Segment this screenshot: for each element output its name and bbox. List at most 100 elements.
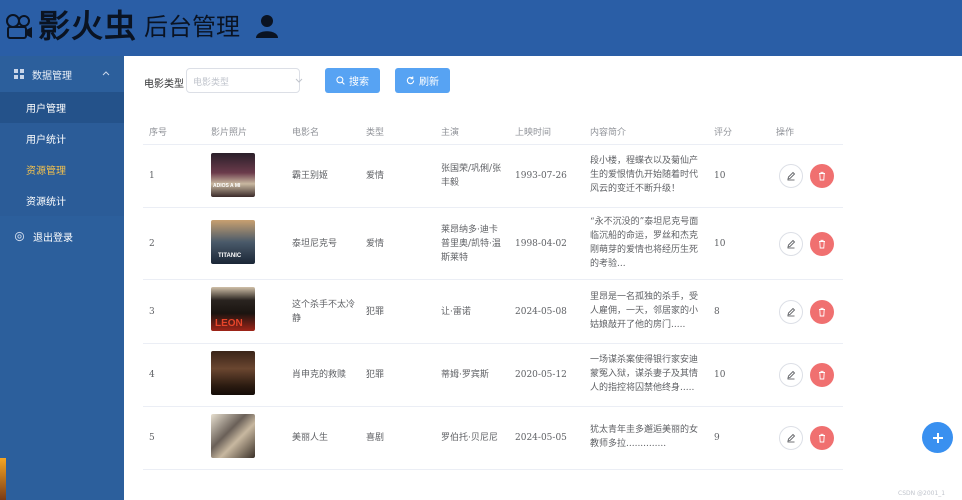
sidebar-item-user-management[interactable]: 用户管理 [0, 92, 124, 123]
sidebar-item-label: 用户统计 [26, 135, 66, 146]
delete-button[interactable] [810, 363, 834, 387]
sidebar-item-label: 用户管理 [26, 104, 66, 115]
top-header: 影火虫 后台管理 [0, 0, 962, 56]
cell-intro: 犹太青年圭多邂逅美丽的女教师多拉.............. [590, 425, 699, 449]
cell-score: 9 [714, 433, 720, 443]
movie-type-select[interactable]: 电影类型 [186, 68, 303, 93]
chevron-down-icon [295, 78, 303, 83]
cell-type: 喜剧 [366, 433, 385, 443]
gear-icon [14, 231, 25, 241]
refresh-button-label: 刷新 [419, 77, 439, 88]
cell-actors: 罗伯托·贝尼尼 [441, 433, 498, 443]
cell-date: 1993-07-26 [515, 171, 567, 181]
sidebar: 数据管理 用户管理 用户统计 资源管理 资源统计 退出登录 [0, 56, 124, 500]
movie-table: 序号 影片照片 电影名 类型 主演 上映时间 内容简介 评分 操作 1 ADIO… [143, 117, 843, 470]
edit-button[interactable] [779, 232, 803, 256]
watermark: CSDN @2001_1 [898, 490, 946, 497]
delete-button[interactable] [810, 232, 834, 256]
sidebar-item-resource-management[interactable]: 资源管理 [0, 154, 124, 185]
poster-caption: ADIOS A MI [213, 183, 241, 189]
col-header-no: 序号 [149, 128, 168, 138]
search-button-label: 搜索 [349, 77, 369, 88]
cell-name: 美丽人生 [292, 433, 329, 443]
col-header-poster: 影片照片 [211, 128, 248, 138]
grid-icon [14, 69, 24, 79]
decorative-strip [0, 458, 6, 500]
cell-name: 这个杀手不太冷静 [292, 300, 356, 324]
chevron-up-icon [102, 71, 110, 76]
poster-caption: LEON [215, 318, 243, 329]
cell-score: 10 [714, 370, 726, 380]
trash-icon [819, 239, 825, 249]
refresh-button[interactable]: 刷新 [395, 68, 450, 93]
refresh-icon [406, 76, 415, 85]
table-row: 5 美丽人生 喜剧 罗伯托·贝尼尼 2024-05-05 犹太青年圭多邂逅美丽的… [143, 407, 843, 470]
cell-type: 爱情 [366, 239, 385, 249]
cell-name: 霸王别姬 [292, 171, 329, 181]
cell-name: 肖申克的救赎 [292, 370, 347, 380]
edit-button[interactable] [779, 164, 803, 188]
table-row: 1 ADIOS A MI 霸王别姬 爱情 张国荣/巩俐/张丰毅 1993-07-… [143, 145, 843, 208]
cell-score: 10 [714, 171, 726, 181]
plus-icon [932, 432, 943, 443]
edit-icon [787, 307, 796, 317]
edit-icon [787, 433, 796, 443]
trash-icon [819, 307, 825, 317]
table-row: 4 肖申克的救赎 犯罪 蒂姆·罗宾斯 2020-05-12 一场谋杀案使得银行家… [143, 344, 843, 407]
cell-actors: 让·雷诺 [441, 307, 471, 317]
col-header-name: 电影名 [292, 128, 320, 138]
cell-no: 2 [149, 239, 155, 249]
cell-actors: 蒂姆·罗宾斯 [441, 370, 489, 380]
col-header-actors: 主演 [441, 128, 460, 138]
sidebar-item-logout[interactable]: 退出登录 [0, 218, 124, 254]
page-title: 后台管理 [144, 13, 240, 41]
delete-button[interactable] [810, 426, 834, 450]
table-header: 序号 影片照片 电影名 类型 主演 上映时间 内容简介 评分 操作 [143, 117, 843, 145]
cell-score: 10 [714, 239, 726, 249]
user-icon[interactable] [256, 14, 278, 38]
poster-image: ADIOS A MI [211, 153, 255, 197]
filter-label: 电影类型 [144, 79, 184, 90]
add-button[interactable] [922, 422, 953, 453]
sidebar-submenu: 用户管理 用户统计 资源管理 资源统计 [0, 92, 124, 216]
cell-date: 1998-04-02 [515, 239, 567, 249]
logo-text: 影火虫 [38, 7, 138, 45]
poster-image [211, 414, 255, 458]
cell-date: 2024-05-08 [515, 307, 567, 317]
cell-type: 爱情 [366, 171, 385, 181]
table-row: 2 TITANIC 泰坦尼克号 爱情 莱昂纳多·迪卡普里奥/凯特·温斯莱特 19… [143, 208, 843, 280]
table-row: 3 LEON 这个杀手不太冷静 犯罪 让·雷诺 2024-05-08 里昂是一名… [143, 280, 843, 344]
edit-button[interactable] [779, 300, 803, 324]
delete-button[interactable] [810, 300, 834, 324]
col-header-score: 评分 [714, 128, 733, 138]
cell-intro: “永不沉没的”泰坦尼克号面临沉船的命运，罗丝和杰克刚萌芽的爱情也将经历生死的考验… [590, 217, 699, 269]
edit-icon [787, 239, 796, 249]
cell-date: 2024-05-05 [515, 433, 567, 443]
film-camera-icon [6, 14, 32, 39]
select-placeholder: 电影类型 [193, 78, 230, 88]
search-button[interactable]: 搜索 [325, 68, 380, 93]
sidebar-item-user-stats[interactable]: 用户统计 [0, 123, 124, 154]
edit-button[interactable] [779, 426, 803, 450]
sidebar-item-resource-stats[interactable]: 资源统计 [0, 185, 124, 216]
col-header-date: 上映时间 [515, 128, 552, 138]
trash-icon [819, 370, 825, 380]
logout-label: 退出登录 [33, 232, 73, 244]
col-header-actions: 操作 [776, 128, 795, 138]
trash-icon [819, 433, 825, 443]
col-header-intro: 内容简介 [590, 128, 627, 138]
edit-icon [787, 370, 796, 380]
cell-no: 3 [149, 307, 155, 317]
poster-caption: TITANIC [218, 253, 242, 259]
cell-type: 犯罪 [366, 307, 385, 317]
cell-score: 8 [714, 307, 720, 317]
delete-button[interactable] [810, 164, 834, 188]
sidebar-group-label: 数据管理 [32, 70, 72, 82]
cell-type: 犯罪 [366, 370, 385, 380]
cell-no: 1 [149, 171, 155, 181]
col-header-type: 类型 [366, 128, 385, 138]
cell-actors: 莱昂纳多·迪卡普里奥/凯特·温斯莱特 [441, 225, 501, 263]
cell-intro: 段小楼，程蝶衣以及菊仙产生的爱恨情仇开始随着时代风云的变迁不断升级！ [590, 156, 699, 194]
edit-button[interactable] [779, 363, 803, 387]
sidebar-group-data-management[interactable]: 数据管理 [0, 56, 124, 92]
